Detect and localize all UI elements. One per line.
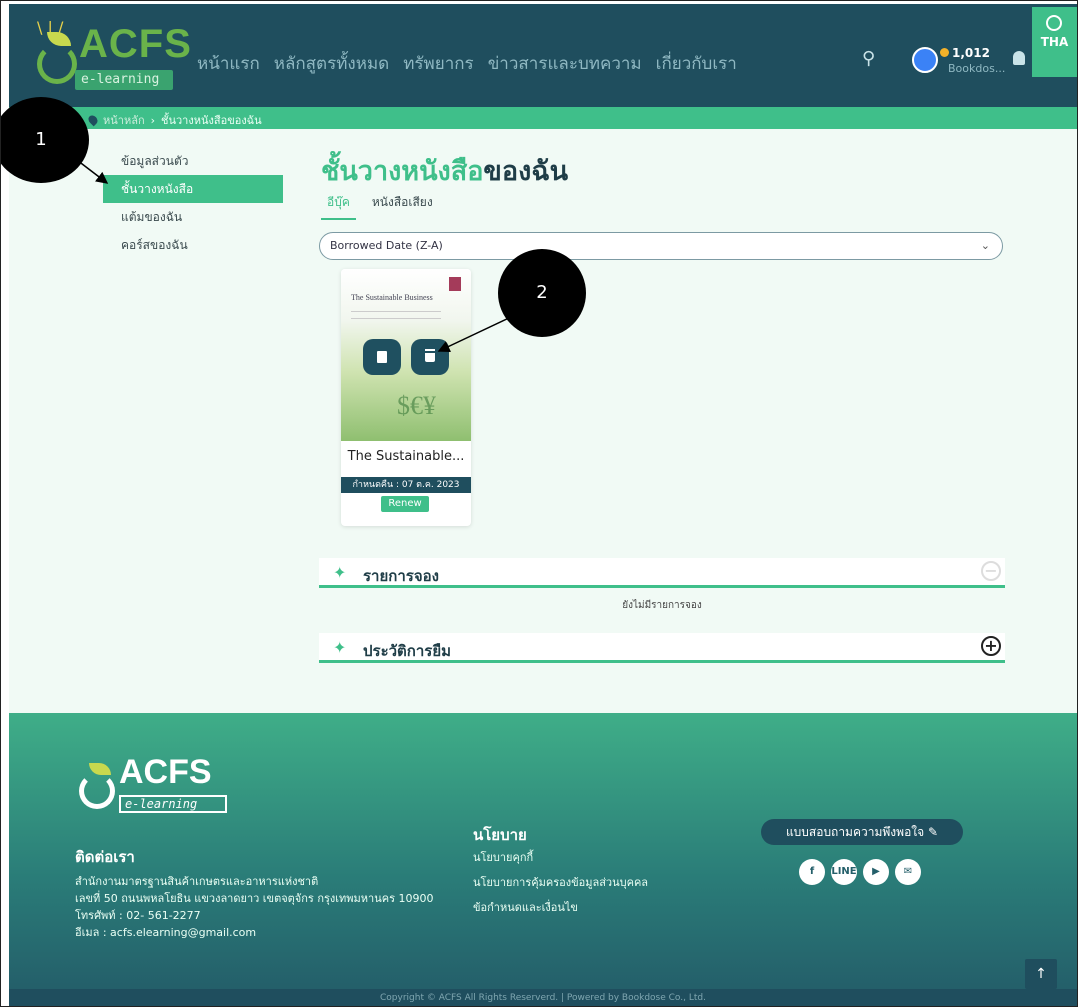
logo-text: ACFS [79,22,192,66]
main-nav: หน้าแรก หลักสูตรทั้งหมด ทรัพยากร ข่าวสาร… [197,50,737,77]
line-icon[interactable]: LINE [831,859,857,885]
terms-link[interactable]: ข้อกำหนดและเงื่อนไข [473,895,648,920]
pushpin-icon: ✦ [333,563,347,582]
location-pin-icon [86,113,100,127]
page-title-part-1: ชั้นวางหนังสือ [321,156,484,187]
page-title: ชั้นวางหนังสือของฉัน [321,149,568,192]
delete-book-button[interactable] [411,339,449,375]
trash-icon [425,351,435,362]
cover-text-lines [351,311,441,319]
privacy-policy-link[interactable]: นโยบายการคุ้มครองข้อมูลส่วนบุคคล [473,870,648,895]
reservation-empty-text: ยังไม่มีรายการจอง [622,600,702,611]
collapse-icon[interactable]: − [981,561,1001,581]
language-label: THA [1040,35,1069,49]
sidebar-item-courses[interactable]: คอร์สของฉัน [103,231,283,259]
breadcrumb-current: ชั้นวางหนังสือของฉัน [161,114,262,127]
callout-2: 2 [498,249,586,337]
facebook-icon[interactable]: f [799,859,825,885]
contact-org: สำนักงานมาตรฐานสินค้าเกษตรและอาหารแห่งชา… [75,875,319,888]
pushpin-icon: ✦ [333,638,347,657]
book-icon [377,350,387,363]
back-to-top-button[interactable]: ↑ [1025,959,1057,989]
nav-resources[interactable]: ทรัพยากร [403,50,473,77]
coin-balance: 1,012 [940,46,990,60]
footer-logo-subtext: e-learning [119,795,227,813]
bowl-icon [37,44,77,84]
contact-info: สำนักงานมาตรฐานสินค้าเกษตรและอาหารแห่งชา… [75,873,433,941]
cookie-policy-link[interactable]: นโยบายคุกกี้ [473,845,648,870]
breadcrumb-separator-icon: › [150,113,156,127]
footer: ACFS e-learning ติดต่อเรา สำนักงานมาตรฐา… [9,713,1077,989]
main-content: ข้อมูลส่วนตัว ชั้นวางหนังสือ แต้มของฉัน … [9,129,1077,713]
reservation-section-header[interactable]: ✦ รายการจอง − [319,558,1005,588]
book-cover[interactable]: The Sustainable Business $€¥ [341,269,471,441]
mail-icon[interactable]: ✉ [895,859,921,885]
search-icon[interactable]: ⚲ [862,48,875,69]
site-logo[interactable]: \ | / ACFS e-learning [31,16,191,96]
survey-label: แบบสอบถามความพึงพอใจ [785,825,925,839]
copyright: Copyright © ACFS All Rights Reserverd. |… [9,989,1077,1006]
youtube-icon[interactable]: ▶ [863,859,889,885]
social-links: f LINE ▶ ✉ [799,859,921,885]
username[interactable]: Bookdos... [948,62,1005,75]
language-button[interactable]: THA [1032,7,1077,77]
media-tabs: อีบุ๊ค หนังสือเสียง [321,191,433,220]
expand-icon[interactable]: + [981,636,1001,656]
nav-about[interactable]: เกี่ยวกับเรา [656,50,737,77]
arrow-up-icon: ↑ [1035,966,1047,982]
book-title[interactable]: The Sustainable... [341,449,471,464]
account-sidebar: ข้อมูลส่วนตัว ชั้นวางหนังสือ แต้มของฉัน … [103,147,283,259]
cover-title: The Sustainable Business [351,293,433,302]
history-label: ประวัติการยืม [363,642,452,660]
screenshot-frame: \ | / ACFS e-learning หน้าแรก หลักสูตรทั… [0,0,1078,1007]
avatar[interactable] [912,47,938,73]
sidebar-item-points[interactable]: แต้มของฉัน [103,203,283,231]
survey-button[interactable]: แบบสอบถามความพึงพอใจ ✎ [761,819,963,845]
renew-button[interactable]: Renew [381,496,429,512]
tab-audiobook[interactable]: หนังสือเสียง [372,191,433,220]
contact-heading: ติดต่อเรา [75,848,135,866]
tab-ebook[interactable]: อีบุ๊ค [321,191,356,220]
globe-icon [1046,15,1062,31]
reservation-label: รายการจอง [363,567,439,585]
contact-email: อีเมล : acfs.elearning@gmail.com [75,926,257,939]
bell-icon[interactable] [1013,51,1025,65]
contact-address: เลขที่ 50 ถนนพหลโยธิน แขวงลาดยาว เขตจตุจ… [75,892,434,905]
contact-phone: โทรศัพท์ : 02- 561-2277 [75,909,201,922]
policy-heading: นโยบาย [473,826,527,844]
chevron-down-icon: ⌄ [980,239,990,252]
footer-logo-text: ACFS [119,753,212,791]
due-date: กำหนดคืน : 07 ต.ค. 2023 [341,477,471,493]
edit-icon: ✎ [928,825,939,839]
nav-news[interactable]: ข่าวสารและบทความ [488,50,642,77]
currency-graphic: $€¥ [397,391,436,420]
bowl-icon [79,773,115,809]
history-section-header[interactable]: ✦ ประวัติการยืม + [319,633,1005,663]
breadcrumb-home[interactable]: หน้าหลัก [103,111,145,129]
breadcrumb: หน้าหลัก › ชั้นวางหนังสือของฉัน [9,107,1077,129]
cover-badge [449,277,461,291]
sidebar-item-profile[interactable]: ข้อมูลส่วนตัว [103,147,283,175]
logo-subtext: e-learning [75,70,173,90]
policy-links: นโยบายคุกกี้ นโยบายการคุ้มครองข้อมูลส่วน… [473,845,648,920]
read-book-button[interactable] [363,339,401,375]
top-header: \ | / ACFS e-learning หน้าแรก หลักสูตรทั… [9,4,1077,107]
footer-logo[interactable]: ACFS e-learning [75,749,235,819]
sort-select[interactable]: Borrowed Date (Z-A) ⌄ [319,232,1003,260]
coin-icon [940,48,949,57]
coin-count: 1,012 [952,46,990,60]
book-card[interactable]: The Sustainable Business $€¥ The Sustain… [341,269,471,526]
page-title-part-2: ของฉัน [483,156,569,187]
sort-value: Borrowed Date (Z-A) [330,239,443,252]
sidebar-item-bookshelf[interactable]: ชั้นวางหนังสือ [103,175,283,203]
nav-courses[interactable]: หลักสูตรทั้งหมด [274,50,389,77]
nav-home[interactable]: หน้าแรก [197,50,260,77]
